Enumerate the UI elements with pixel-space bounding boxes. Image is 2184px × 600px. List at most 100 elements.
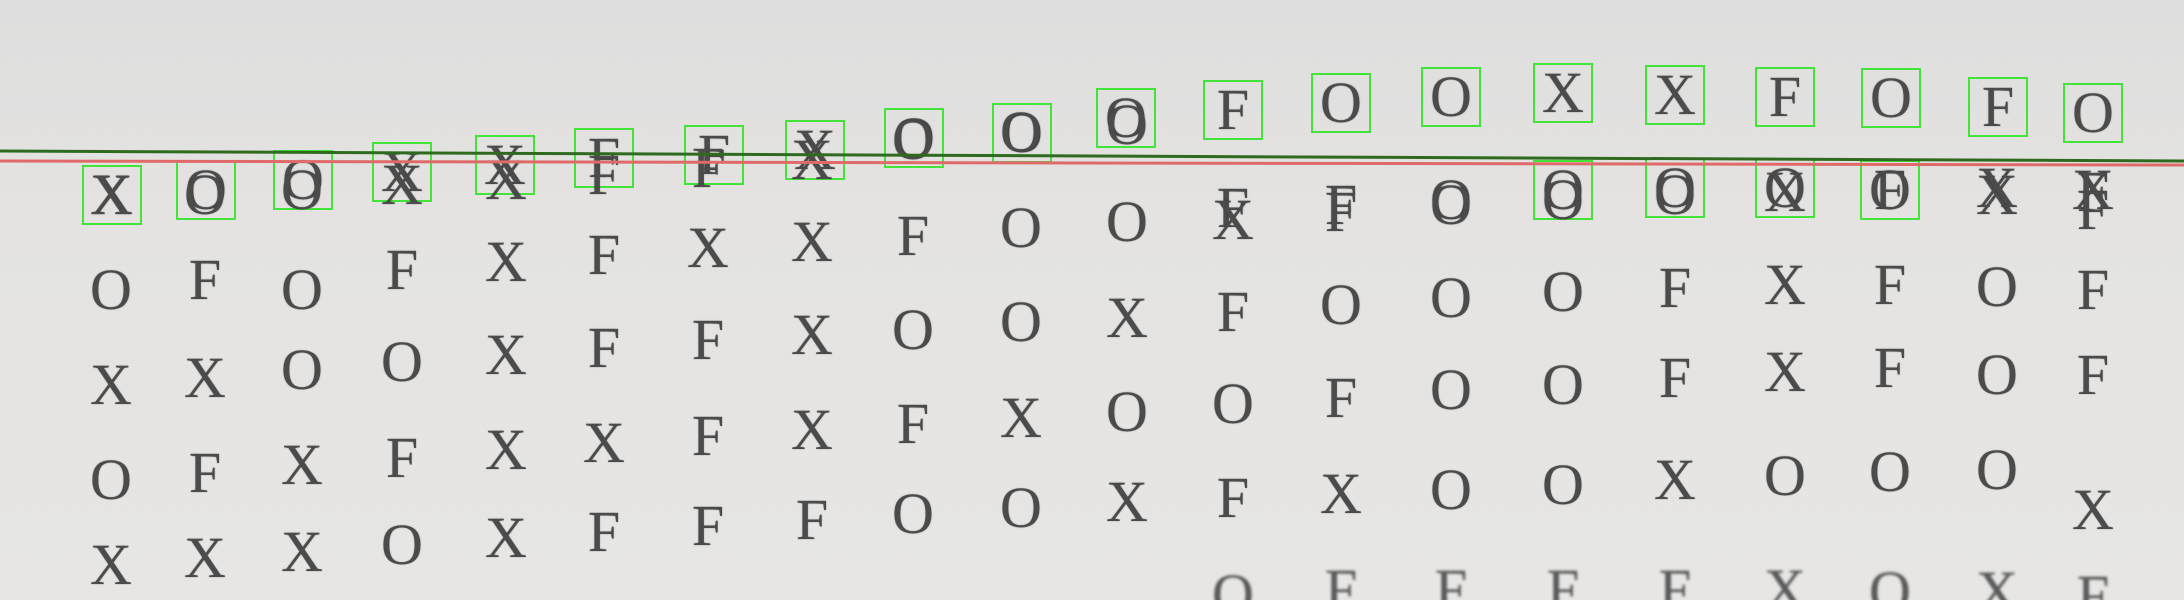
row5-letter-2: X [281, 519, 323, 584]
row2-letter-4: X [485, 229, 527, 294]
top-row-letter-19: O [2063, 83, 2123, 143]
row6-letter-14: F [1546, 557, 1580, 600]
row2-letter-12: F [1324, 179, 1358, 244]
row1-letter-7: X [791, 127, 833, 192]
row4-letter-18: O [1976, 342, 2018, 407]
row3-letter-4: X [485, 322, 527, 387]
row3-letter-18: O [1976, 254, 2018, 319]
row4-letter-8: F [896, 391, 930, 456]
row5-letter-1: X [184, 525, 226, 590]
row2-letter-17: O [1869, 157, 1911, 222]
row1-letter-2: O [281, 157, 323, 222]
top-row-letter-16: F [1755, 67, 1815, 127]
row1-letter-3: X [381, 152, 423, 217]
row2-letter-14: O [1542, 167, 1584, 232]
row3-letter-16: X [1764, 252, 1806, 317]
row3-letter-9: O [1000, 289, 1042, 354]
row5-letter-0: X [90, 532, 132, 597]
row4-letter-13: O [1430, 357, 1472, 422]
row2-letter-11: X [1212, 187, 1254, 252]
row4-letter-4: X [485, 417, 527, 482]
row4-letter-15: F [1658, 345, 1692, 410]
row4-letter-1: F [188, 440, 222, 505]
row6-letter-18: X [1976, 559, 2018, 600]
row5-letter-9: O [1000, 475, 1042, 540]
row1-letter-4: X [485, 147, 527, 212]
row1-letter-8: O [892, 107, 934, 172]
row3-letter-1: X [184, 345, 226, 410]
row3-letter-6: F [691, 307, 725, 372]
row5-letter-3: O [381, 512, 423, 577]
row1-letter-6: F [691, 135, 725, 200]
row4-letter-5: X [583, 410, 625, 475]
row5-letter-5: F [587, 499, 621, 564]
row1-letter-10: O [1106, 92, 1148, 157]
row2-letter-8: F [896, 203, 930, 268]
row1-letter-0: X [90, 162, 132, 227]
row5-letter-18: O [1976, 437, 2018, 502]
row5-letter-8: O [892, 481, 934, 546]
row2-letter-5: F [587, 222, 621, 287]
row2-letter-3: F [385, 237, 419, 302]
row2-letter-20: F [2076, 159, 2110, 224]
row6-letter-13: F [1434, 557, 1468, 600]
row3-letter-17: F [1873, 252, 1907, 317]
row5-letter-15: X [1654, 447, 1696, 512]
row4-letter-10: O [1106, 379, 1148, 444]
row4-letter-19: F [2076, 342, 2110, 407]
row2-letter-9: O [1000, 195, 1042, 260]
row2-letter-0: O [90, 257, 132, 322]
row4-letter-12: F [1324, 365, 1358, 430]
row1-letter-1: O [184, 162, 226, 227]
row4-letter-2: X [281, 432, 323, 497]
row3-letter-13: O [1430, 265, 1472, 330]
row2-letter-15: O [1654, 162, 1696, 227]
row2-letter-1: F [188, 247, 222, 312]
row5-letter-4: X [485, 505, 527, 570]
row4-letter-0: O [90, 447, 132, 512]
row3-letter-19: F [2076, 257, 2110, 322]
row4-letter-16: X [1764, 339, 1806, 404]
row1-letter-9: O [1000, 99, 1042, 164]
row4-letter-6: F [691, 403, 725, 468]
row2-letter-2: O [281, 257, 323, 322]
letter-grid: XOOXXFFXOOOFOOXXFOFOXOOXXFFXOOOFFOOOOFXF… [0, 0, 2184, 600]
row3-letter-12: O [1320, 272, 1362, 337]
row2-letter-10: O [1106, 189, 1148, 254]
row6-letter-19: F [2076, 563, 2110, 600]
row6-letter-11: O [1212, 562, 1254, 600]
row2-letter-6: X [687, 215, 729, 280]
top-row-letter-18: F [1968, 77, 2028, 137]
row3-letter-8: O [892, 297, 934, 362]
row5-letter-7: F [795, 487, 829, 552]
row1-letter-5: F [587, 142, 621, 207]
row4-letter-11: O [1212, 371, 1254, 436]
row5-letter-14: O [1542, 452, 1584, 517]
row6-letter-15: F [1658, 557, 1692, 600]
row4-letter-9: X [1000, 385, 1042, 450]
row3-letter-11: F [1216, 279, 1250, 344]
row5-letter-6: F [691, 493, 725, 558]
row2-letter-13: O [1430, 172, 1472, 237]
row3-letter-7: X [791, 302, 833, 367]
top-row-letter-17: O [1861, 68, 1921, 128]
row6-letter-16: X [1764, 557, 1806, 600]
row5-letter-17: O [1869, 439, 1911, 504]
row6-letter-17: O [1869, 559, 1911, 600]
row5-letter-16: O [1764, 443, 1806, 508]
row2-letter-7: X [791, 209, 833, 274]
row3-letter-15: F [1658, 255, 1692, 320]
row3-letter-5: F [587, 315, 621, 380]
top-row-letter-13: O [1421, 67, 1481, 127]
row4-letter-17: F [1873, 335, 1907, 400]
row3-letter-3: O [381, 329, 423, 394]
top-row-letter-14: X [1533, 63, 1593, 123]
row2-letter-18: X [1976, 155, 2018, 220]
letter-grid-photo: XOOXXFFXOOOFOOXXFOFOXOOXXFFXOOOFFOOOOFXF… [0, 0, 2184, 600]
row5-letter-13: O [1430, 457, 1472, 522]
row3-letter-10: X [1106, 285, 1148, 350]
row5-letter-10: X [1106, 469, 1148, 534]
top-row-letter-12: O [1311, 73, 1371, 133]
row3-letter-14: O [1542, 259, 1584, 324]
row4-letter-3: F [385, 425, 419, 490]
